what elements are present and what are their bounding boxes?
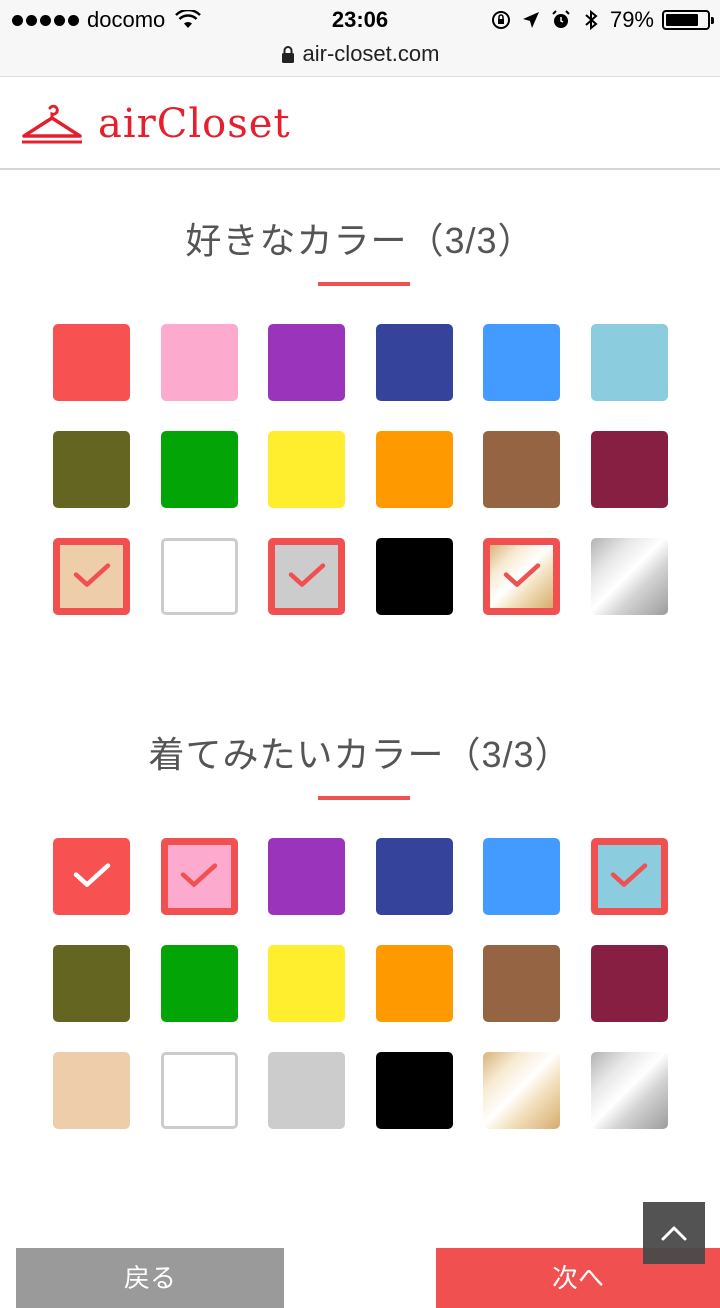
color-swatch[interactable] [53,324,130,401]
color-swatch[interactable] [483,1052,561,1129]
color-swatch[interactable] [53,538,130,615]
color-swatch[interactable] [590,538,668,615]
color-swatch[interactable] [53,431,130,508]
brand-logo[interactable]: airCloset [20,101,291,147]
section-title-favorite-colors: 好きなカラー（3/3） [185,220,535,261]
checkmark-icon [503,562,541,587]
bluetooth-icon [585,9,598,31]
color-swatch[interactable] [483,431,561,508]
color-swatch[interactable] [160,1052,238,1129]
color-swatch[interactable] [268,431,346,508]
color-swatch[interactable] [483,838,561,915]
site-header: airCloset [0,76,720,170]
title-underline [318,796,410,800]
color-swatch[interactable] [590,324,668,401]
color-swatch[interactable] [160,945,238,1022]
color-swatch[interactable] [590,431,668,508]
checkmark-icon [73,562,110,587]
color-swatch[interactable] [268,538,346,615]
status-bar: docomo 23:06 79% air-closet.com [0,0,720,76]
location-icon [522,12,539,28]
color-swatch[interactable] [268,1052,346,1129]
color-swatch[interactable] [375,431,453,508]
url-text: air-closet.com [302,41,440,66]
color-swatch[interactable] [483,538,561,615]
color-swatch[interactable] [590,945,668,1022]
color-swatch[interactable] [53,1052,130,1129]
back-button[interactable]: 戻る [16,1248,284,1308]
color-swatch[interactable] [160,838,238,915]
color-swatch[interactable] [375,1052,453,1129]
status-icons: 79% [490,6,714,34]
checkmark-icon [73,862,110,887]
color-swatch[interactable] [53,838,130,915]
color-swatch[interactable] [268,324,346,401]
color-swatch[interactable] [483,324,561,401]
orientation-lock-icon [491,11,510,29]
chevron-up-icon [661,1226,687,1241]
lock-icon [281,46,294,63]
scroll-to-top-button[interactable] [643,1202,705,1264]
color-swatch[interactable] [590,1052,668,1129]
color-swatch[interactable] [268,838,346,915]
color-swatch[interactable] [375,838,453,915]
logo-text: airCloset [98,101,291,147]
alarm-icon [552,10,570,28]
section-title-wish-colors: 着てみたいカラー（3/3） [148,734,572,775]
battery-percent: 79% [609,7,654,32]
color-swatch[interactable] [160,538,238,615]
url-bar[interactable]: air-closet.com [0,36,720,72]
color-swatch[interactable] [375,324,453,401]
favorite-color-grid [53,324,668,615]
checkmark-icon [611,862,648,887]
color-swatch[interactable] [375,945,453,1022]
title-underline [318,282,410,286]
checkmark-icon [288,562,325,587]
color-swatch[interactable] [375,538,453,615]
color-swatch[interactable] [160,324,238,401]
wish-color-grid [53,838,668,1129]
color-swatch[interactable] [160,431,238,508]
color-swatch[interactable] [53,945,130,1022]
battery-icon [662,10,714,30]
hanger-icon [22,104,82,144]
color-swatch[interactable] [483,945,561,1022]
color-swatch[interactable] [268,945,346,1022]
color-swatch[interactable] [590,838,668,915]
checkmark-icon [180,862,218,887]
